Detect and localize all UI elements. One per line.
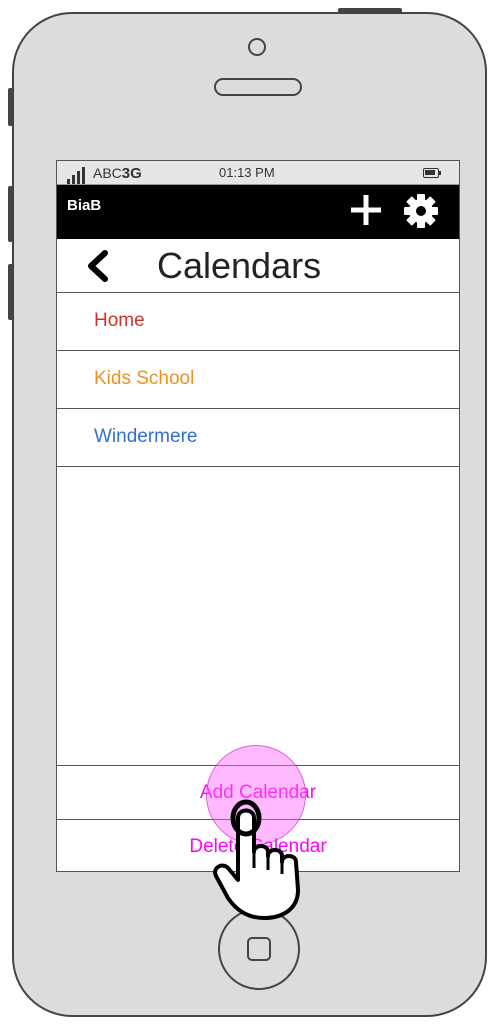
mute-switch: [8, 88, 13, 126]
calendar-list: Home Kids School Windermere: [57, 293, 459, 467]
pointing-hand-icon: [213, 799, 300, 920]
status-bar: ABC3G 01:13 PM: [57, 161, 459, 185]
calendar-label: Windermere: [94, 426, 198, 447]
plus-icon[interactable]: [349, 193, 383, 227]
home-square-icon: [247, 937, 271, 961]
title-bar: Calendars: [57, 239, 459, 293]
carrier-name: ABC: [93, 165, 122, 181]
calendar-item-kids-school[interactable]: Kids School: [57, 351, 459, 409]
calendar-label: Kids School: [94, 368, 195, 389]
page-title: Calendars: [157, 245, 322, 286]
status-time: 01:13 PM: [219, 165, 275, 180]
chevron-left-icon[interactable]: [83, 249, 113, 283]
app-bar: BiaB: [57, 185, 459, 239]
calendar-label: Home: [94, 310, 145, 331]
power-button: [338, 8, 402, 13]
volume-down-button: [8, 264, 13, 320]
calendar-item-home[interactable]: Home: [57, 293, 459, 351]
front-camera: [248, 38, 266, 56]
app-title: BiaB: [67, 197, 102, 214]
earpiece-speaker: [214, 78, 302, 96]
battery-tip: [439, 171, 441, 175]
network-type: 3G: [121, 165, 142, 182]
volume-up-button: [8, 186, 13, 242]
signal-icon: [67, 164, 95, 184]
battery-icon: [423, 168, 439, 178]
calendar-item-windermere[interactable]: Windermere: [57, 409, 459, 467]
carrier-label: ABC3G: [93, 165, 142, 182]
gear-icon[interactable]: [403, 193, 439, 229]
